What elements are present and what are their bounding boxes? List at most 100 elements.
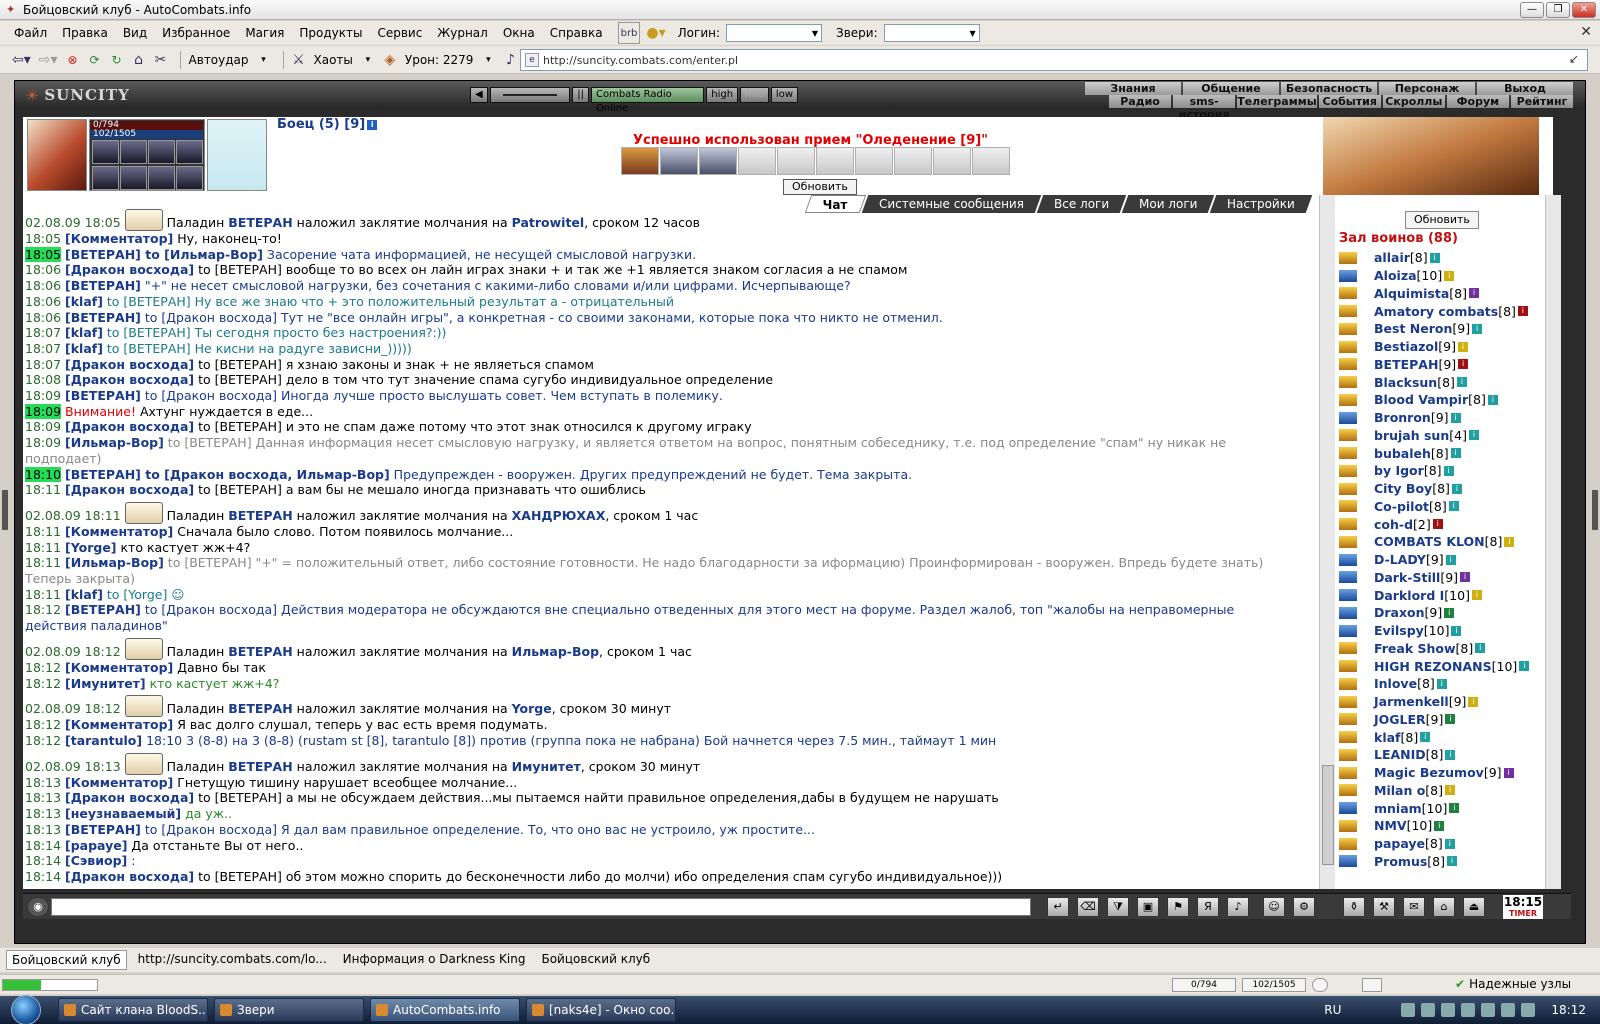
message-time[interactable]: 18:08 (25, 372, 61, 387)
room-scrollbar[interactable] (1545, 195, 1561, 889)
menu-magic[interactable]: Магия (245, 26, 284, 40)
info-icon[interactable]: i (1429, 252, 1440, 263)
private-message-icon[interactable] (1339, 393, 1357, 406)
nav-events[interactable]: События (1318, 95, 1381, 108)
login-select[interactable]: ▼ (726, 24, 823, 42)
trick-slot[interactable] (738, 147, 776, 175)
info-icon[interactable]: i (1434, 820, 1445, 831)
tab-my-logs[interactable]: Мои логи (1121, 195, 1215, 213)
sound-toggle-icon[interactable]: ♪ (1227, 897, 1249, 917)
message-time[interactable]: 18:06 (25, 262, 61, 277)
user-nick[interactable]: Bestiazol (1374, 339, 1438, 354)
private-message-icon[interactable] (1339, 411, 1357, 424)
maximize-button[interactable]: ❐ (1546, 2, 1570, 18)
info-icon[interactable]: i (1451, 483, 1462, 494)
info-icon[interactable]: i (1468, 430, 1479, 441)
message-time[interactable]: 02.08.09 18:13 (25, 759, 121, 774)
message-time[interactable]: 02.08.09 18:11 (25, 508, 121, 523)
user-nick[interactable]: COMBATS KLON (1374, 534, 1485, 549)
sender-nick[interactable]: [Ильмар-Вор] (65, 435, 164, 450)
user-nick[interactable]: Inlove (1374, 676, 1417, 691)
info-icon[interactable]: i (1432, 519, 1443, 530)
message-time[interactable]: 18:12 (25, 717, 61, 732)
message-time[interactable]: 18:11 (25, 540, 61, 555)
tab-settings[interactable]: Настройки (1209, 195, 1313, 213)
sender-nick[interactable]: [ВЕТЕРАН] (65, 602, 141, 617)
private-message-icon[interactable] (1339, 713, 1357, 726)
recipient[interactable]: to [ВЕТЕРАН] (194, 357, 282, 372)
user-row[interactable]: JOGLER [9] i (1339, 711, 1539, 729)
sender-nick[interactable]: [ВЕТЕРАН] (65, 247, 141, 262)
message-time[interactable]: 18:12 (25, 660, 61, 675)
nav-personazh[interactable]: Персонаж (1379, 82, 1475, 95)
private-message-icon[interactable] (1339, 624, 1357, 637)
recipient[interactable]: to [ВЕТЕРАН] (194, 869, 282, 884)
sender-nick[interactable]: [Комментатор] (65, 660, 173, 675)
sender-nick[interactable]: [tarantulo] (65, 733, 142, 748)
paladin-nick[interactable]: ВЕТЕРАН (228, 215, 292, 230)
user-row[interactable]: Jarmenkell [9] i (1339, 693, 1539, 711)
message-time[interactable]: 18:14 (25, 838, 61, 853)
user-row[interactable]: coh-d [2] i (1339, 515, 1539, 533)
tray-icon[interactable] (1401, 1003, 1416, 1017)
home-icon[interactable]: ⌂ (130, 49, 148, 71)
message-time[interactable]: 18:11 (25, 482, 61, 497)
info-icon[interactable]: i (1504, 536, 1515, 547)
start-button[interactable] (0, 995, 52, 1024)
menu-view[interactable]: Вид (123, 26, 147, 40)
sender-nick[interactable]: [klaf] (65, 341, 103, 356)
tray-icon[interactable] (1481, 1003, 1496, 1017)
trick-slot[interactable] (972, 147, 1010, 175)
sender-nick[interactable]: [klaf] (65, 587, 103, 602)
walk-icon[interactable]: ⚑ (1167, 897, 1189, 917)
info-icon[interactable]: i (1444, 838, 1455, 849)
trick-slot[interactable] (816, 147, 854, 175)
user-nick[interactable]: Draxon (1374, 605, 1425, 620)
private-message-icon[interactable] (1339, 660, 1357, 673)
paladin-nick[interactable]: ВЕТЕРАН (228, 508, 292, 523)
user-nick[interactable]: Dark-Still (1374, 570, 1440, 585)
user-row[interactable]: Freak Show [8] i (1339, 640, 1539, 658)
sender-nick[interactable]: [klaf] (65, 325, 103, 340)
recipient[interactable]: to [ВЕТЕРАН] (164, 555, 252, 570)
user-nick[interactable]: Bronron (1374, 410, 1431, 425)
chat-scrollbar[interactable] (1319, 195, 1335, 889)
forward-icon[interactable]: ⇨▾ (37, 49, 60, 71)
tray-icon[interactable] (1461, 1003, 1476, 1017)
private-message-icon[interactable] (1339, 482, 1357, 495)
message-time[interactable]: 18:11 (25, 587, 61, 602)
nav-obshchenie[interactable]: Общение (1183, 82, 1279, 95)
recipient[interactable]: to [ВЕТЕРАН] (194, 482, 282, 497)
close-doc-icon[interactable]: ✕ (1580, 24, 1592, 40)
private-message-icon[interactable] (1339, 642, 1357, 655)
recipient[interactable]: to [ВЕТЕРАН] (164, 435, 252, 450)
private-message-icon[interactable] (1339, 766, 1357, 779)
info-icon[interactable]: i (1445, 785, 1456, 796)
filter-icon[interactable]: ⧩ (1107, 897, 1129, 917)
trick-slot[interactable] (699, 147, 737, 175)
user-row[interactable]: klaf [8] i (1339, 728, 1539, 746)
message-time[interactable]: 18:14 (25, 869, 61, 884)
left-splitter[interactable] (2, 490, 8, 530)
sender-nick[interactable]: [ВЕТЕРАН] (65, 310, 141, 325)
user-nick[interactable]: Blacksun (1374, 375, 1437, 390)
radio-sound-icon[interactable]: ◀ (470, 87, 488, 103)
info-icon[interactable]: i (1475, 643, 1486, 654)
uron-dropdown-icon[interactable]: ▾ (479, 49, 497, 71)
paladin-nick[interactable]: ВЕТЕРАН (228, 701, 292, 716)
exit-icon[interactable]: ⏏ (1463, 897, 1485, 917)
room-action-icon[interactable]: ⚒ (1373, 897, 1395, 917)
task-item[interactable]: [naks4e] - Окно соо... (526, 998, 676, 1022)
private-message-icon[interactable] (1339, 287, 1357, 300)
info-icon[interactable]: i (1468, 696, 1479, 707)
message-time[interactable]: 18:06 (25, 278, 61, 293)
user-row[interactable]: Aloiza [10] i (1339, 267, 1539, 285)
trick-slot[interactable] (777, 147, 815, 175)
private-message-icon[interactable] (1339, 553, 1357, 566)
recipient[interactable]: to [ВЕТЕРАН] (103, 294, 191, 309)
private-message-icon[interactable] (1339, 535, 1357, 548)
back-icon[interactable]: ⇦▾ (10, 49, 33, 71)
nav-telegrams[interactable]: Телеграммы (1237, 95, 1317, 108)
info-icon[interactable]: i (1503, 767, 1514, 778)
user-nick[interactable]: brujah sun (1374, 428, 1449, 443)
